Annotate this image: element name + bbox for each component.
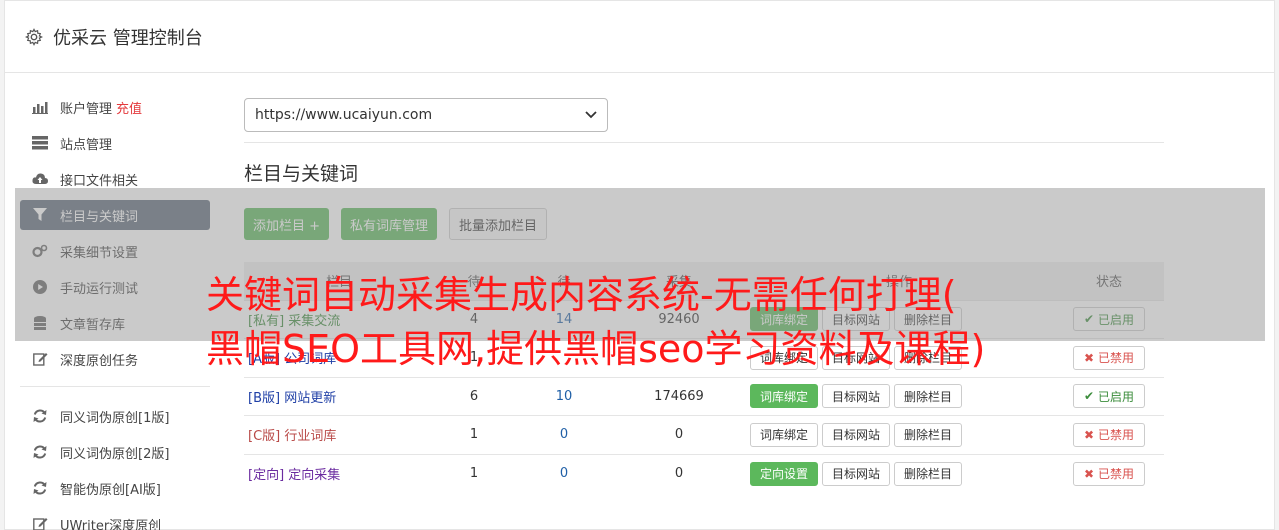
column-tag: [定向] — [248, 468, 285, 483]
status-toggle[interactable]: ✖ 已禁用 — [1073, 422, 1145, 447]
column-tag: [B版] — [248, 390, 281, 406]
sidebar-item-label: 接口文件相关 — [60, 173, 139, 189]
divider — [244, 142, 1164, 143]
sidebar-item-label: 同义词伪原创[1版] — [60, 410, 170, 426]
table-row: [定向] 定向采集 1 0 0 定向设置 目标网站 删除栏目 ✖ 已禁用 — [244, 453, 1164, 493]
gear-icon — [25, 27, 43, 46]
column-name: 网站更新 — [284, 390, 337, 406]
sidebar-item-deep-original[interactable]: 深度原创任务 — [20, 344, 210, 374]
column-name-cell[interactable]: [C版] 行业词库 — [244, 415, 434, 454]
status-cell: ✔ 已启用 — [1054, 376, 1164, 416]
ops-cell: 词库绑定 目标网站 删除栏目 — [744, 415, 1054, 454]
sidebar-item-label: 智能伪原创[AI版] — [60, 482, 161, 498]
section-title: 栏目与关键词 — [244, 163, 359, 185]
bar-chart-icon — [32, 99, 48, 115]
chevron-down-icon — [585, 111, 597, 119]
edit-icon — [32, 516, 48, 530]
recharge-link[interactable]: 充值 — [116, 98, 142, 117]
count-cell: 0 — [614, 453, 744, 493]
status-toggle[interactable]: ✔ 已启用 — [1073, 384, 1145, 409]
server-icon — [32, 135, 48, 151]
sidebar-item-label: UWriter深度原创 — [60, 518, 162, 530]
status-label: 已禁用 — [1097, 428, 1134, 443]
ops-cell: 词库绑定 目标网站 删除栏目 — [744, 376, 1054, 416]
sidebar-item-label: 账户管理 — [60, 101, 113, 117]
status-toggle[interactable]: ✖ 已禁用 — [1073, 461, 1145, 486]
sidebar-item-label: 站点管理 — [60, 137, 113, 153]
refresh-icon — [32, 444, 48, 460]
top-bar: 优采云 管理控制台 — [5, 1, 1274, 73]
cloud-upload-icon — [32, 171, 48, 187]
count-cell: 1 — [434, 453, 514, 493]
sidebar-item-ai-rewrite[interactable]: 智能伪原创[AI版] — [20, 473, 210, 503]
delete-column-button[interactable]: 删除栏目 — [894, 461, 963, 486]
count-cell: 1 — [434, 415, 514, 454]
status-label: 已启用 — [1097, 389, 1134, 404]
site-select-value: https://www.ucaiyun.com — [255, 107, 433, 123]
page-title: 优采云 管理控制台 — [53, 27, 203, 49]
refresh-icon — [32, 480, 48, 496]
table-row: [B版] 网站更新 6 10 174669 词库绑定 目标网站 删除栏目 ✔ 已… — [244, 376, 1164, 416]
count-cell[interactable]: 0 — [514, 415, 614, 454]
ops-cell: 定向设置 目标网站 删除栏目 — [744, 453, 1054, 493]
refresh-icon — [32, 408, 48, 424]
count-cell[interactable]: 0 — [514, 453, 614, 493]
column-name: 定向采集 — [288, 468, 341, 483]
delete-column-button[interactable]: 删除栏目 — [894, 384, 963, 409]
target-site-button[interactable]: 目标网站 — [822, 384, 891, 409]
column-tag: [C版] — [248, 429, 281, 445]
column-name-cell[interactable]: [定向] 定向采集 — [244, 453, 434, 493]
overlay-line-1: 关键词自动采集生成内容系统-无需任何打理( — [206, 273, 957, 317]
sidebar-item-synonym-v1[interactable]: 同义词伪原创[1版] — [20, 401, 210, 431]
sidebar-item-synonym-v2[interactable]: 同义词伪原创[2版] — [20, 437, 210, 467]
close-icon: ✖ — [1084, 466, 1095, 481]
site-select[interactable]: https://www.ucaiyun.com — [244, 98, 608, 132]
column-name: 行业词库 — [284, 429, 337, 445]
count-cell: 0 — [614, 415, 744, 454]
overlay-caption: 关键词自动采集生成内容系统-无需任何打理( 黑帽SEO工具网,提供黑帽seo学习… — [206, 268, 1106, 376]
count-cell: 6 — [434, 376, 514, 416]
count-cell: 174669 — [614, 376, 744, 416]
overlay-line-2: 黑帽SEO工具网,提供黑帽seo学习资料及课程) — [206, 327, 986, 371]
sidebar-divider — [20, 386, 210, 387]
directed-settings-button[interactable]: 定向设置 — [750, 461, 819, 486]
delete-column-button[interactable]: 删除栏目 — [894, 422, 963, 447]
target-site-button[interactable]: 目标网站 — [822, 422, 891, 447]
edit-icon — [32, 351, 48, 367]
count-cell[interactable]: 10 — [514, 376, 614, 416]
bind-lexicon-button[interactable]: 词库绑定 — [750, 384, 819, 409]
table-row: [C版] 行业词库 1 0 0 词库绑定 目标网站 删除栏目 ✖ 已禁用 — [244, 415, 1164, 454]
status-label: 已禁用 — [1097, 467, 1134, 481]
sidebar-item-label: 同义词伪原创[2版] — [60, 446, 170, 462]
status-cell: ✖ 已禁用 — [1054, 453, 1164, 493]
bind-lexicon-button[interactable]: 词库绑定 — [750, 422, 819, 447]
check-icon: ✔ — [1084, 389, 1095, 404]
close-icon: ✖ — [1084, 427, 1095, 442]
status-cell: ✖ 已禁用 — [1054, 415, 1164, 454]
sidebar-item-account[interactable]: 账户管理 充值 — [20, 92, 210, 122]
column-name-cell[interactable]: [B版] 网站更新 — [244, 376, 434, 416]
sidebar-item-uwriter[interactable]: UWriter深度原创 — [20, 509, 210, 530]
target-site-button[interactable]: 目标网站 — [822, 461, 891, 486]
sidebar-item-label: 深度原创任务 — [60, 353, 139, 369]
sidebar-item-sites[interactable]: 站点管理 — [20, 128, 210, 158]
